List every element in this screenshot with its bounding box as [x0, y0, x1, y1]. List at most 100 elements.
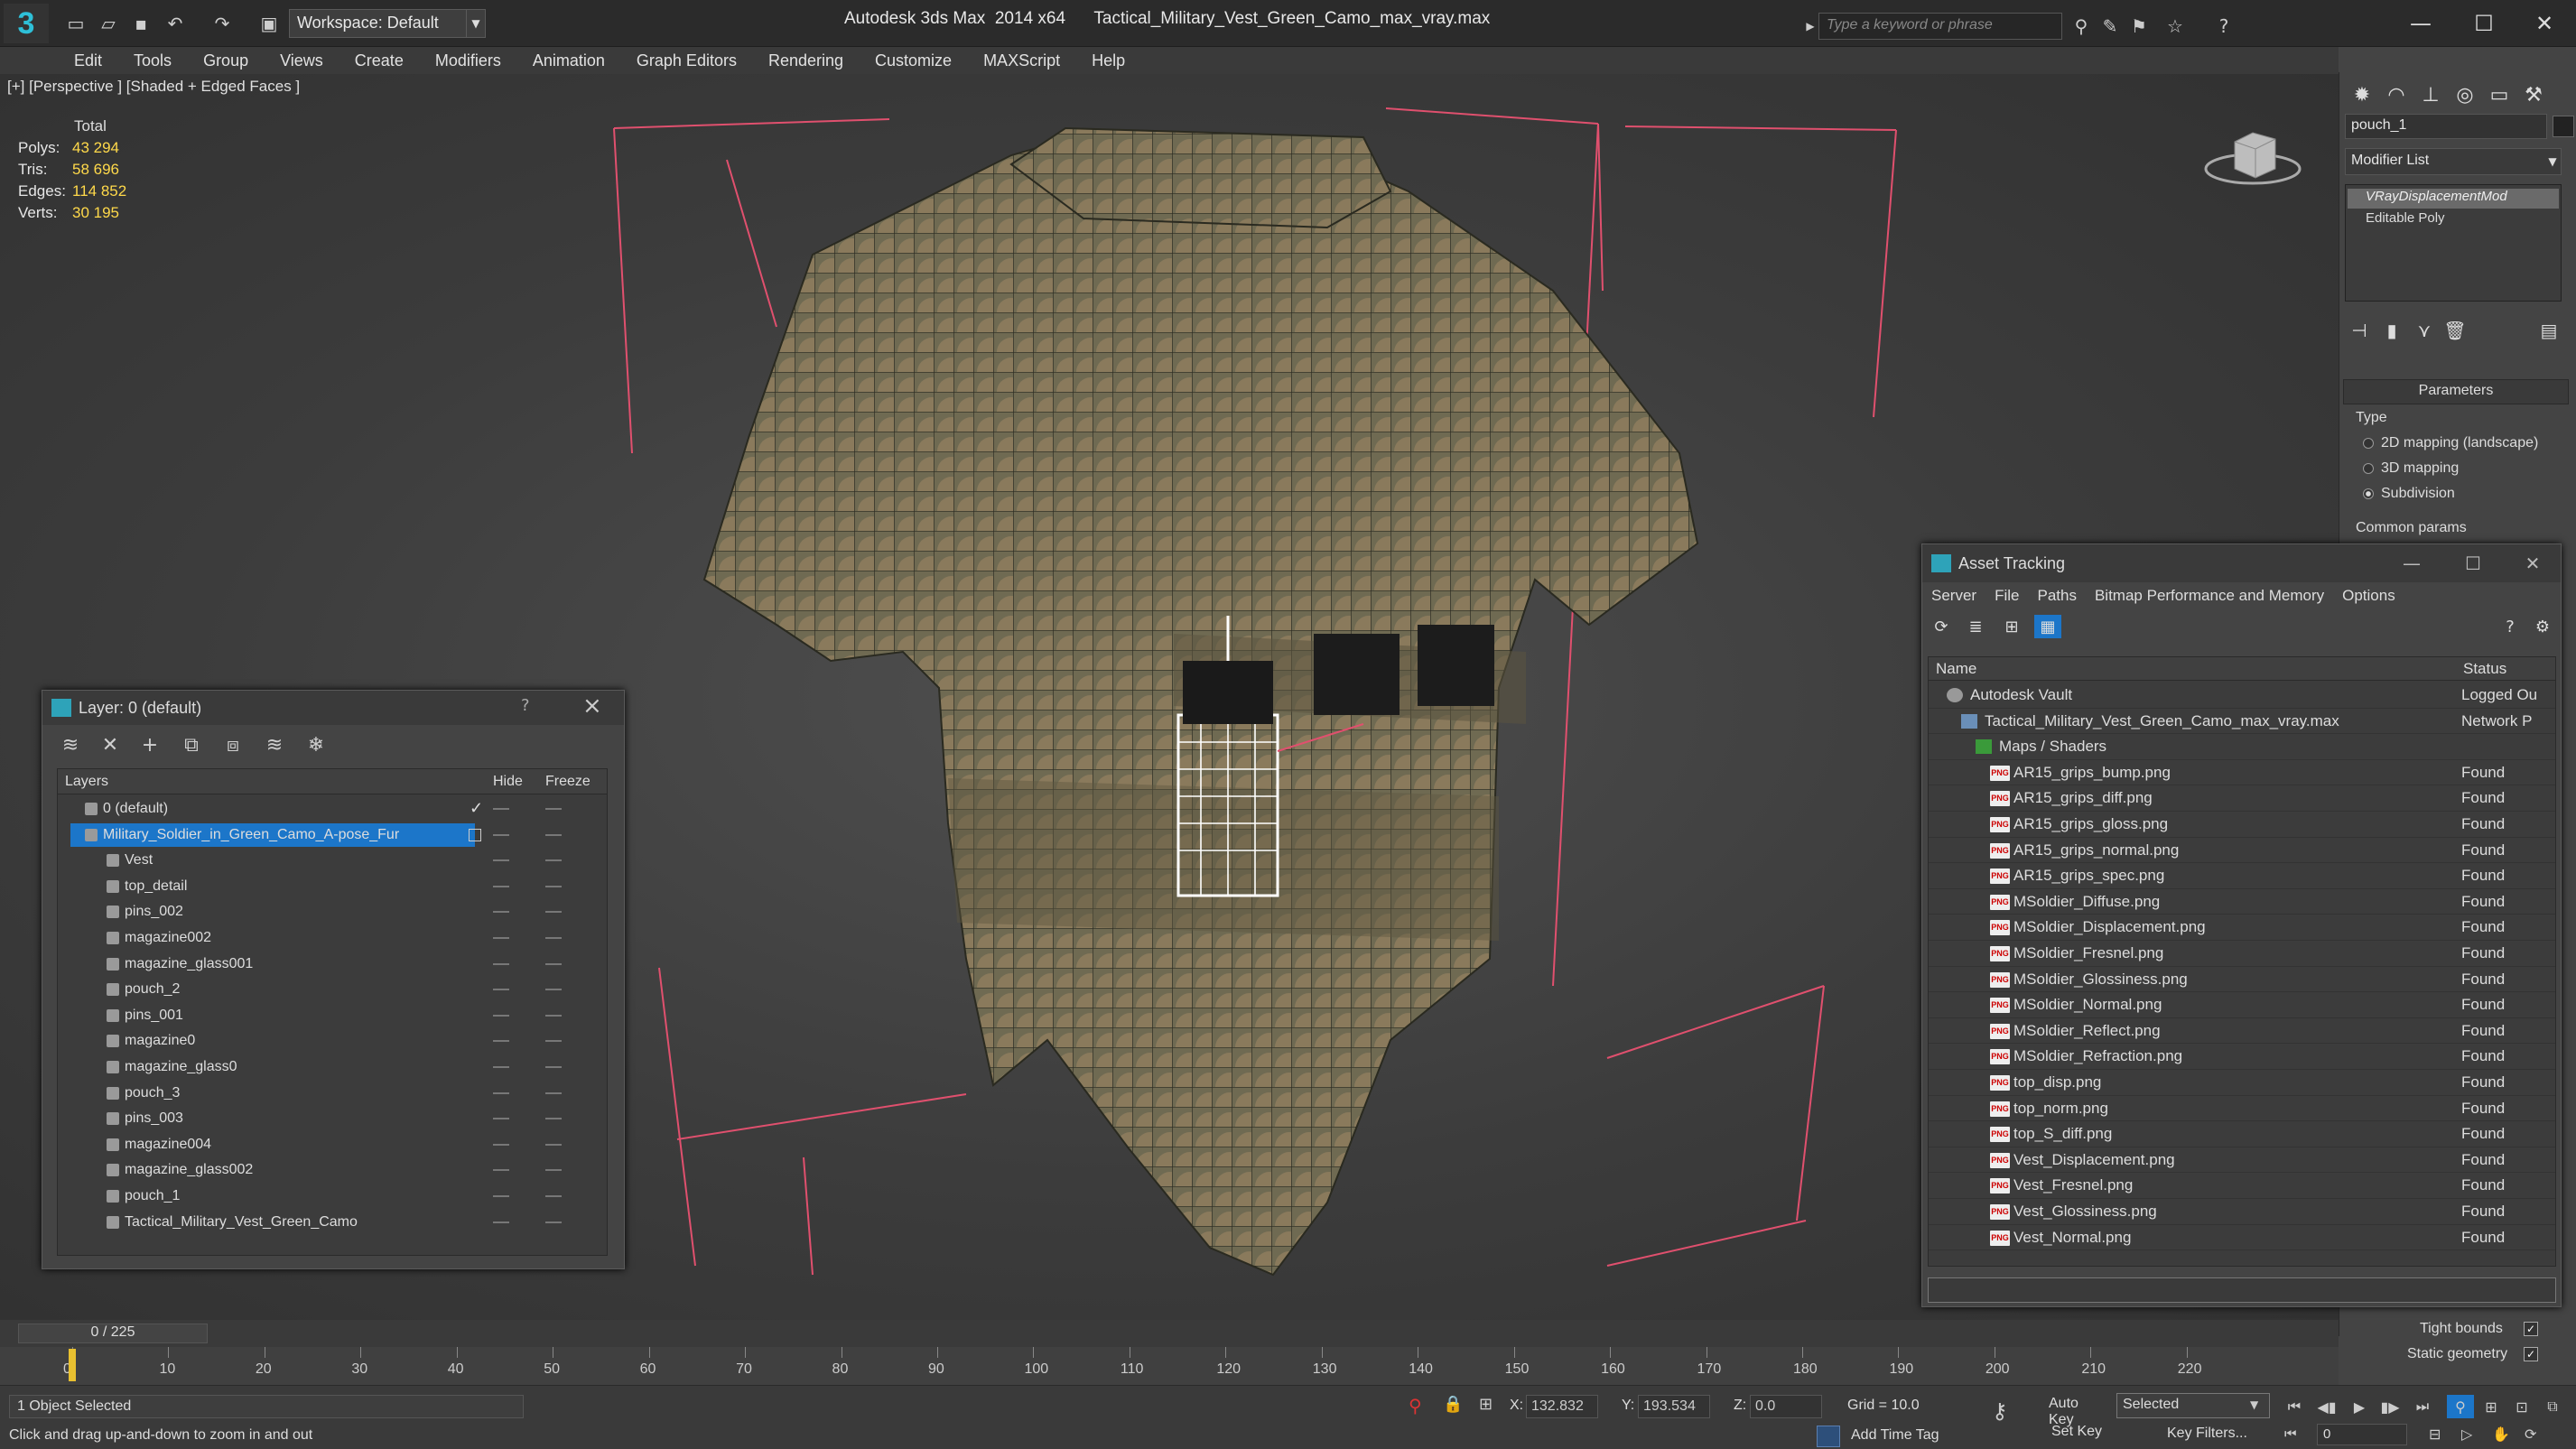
asset-row[interactable]: PNG Vest_Fresnel.png Found [1929, 1173, 2555, 1199]
freeze-toggle[interactable] [545, 1221, 562, 1223]
favorites-star-icon[interactable]: ☆ [2162, 13, 2189, 40]
menu-tools[interactable]: Tools [134, 51, 172, 70]
hide-toggle[interactable] [493, 1195, 509, 1197]
menu-animation[interactable]: Animation [533, 51, 605, 70]
hide-toggle[interactable] [493, 989, 509, 991]
menu-create[interactable]: Create [355, 51, 404, 70]
maximize-button[interactable]: ☐ [2452, 5, 2516, 42]
layer-row[interactable]: pouch_3 [58, 1081, 607, 1106]
asset-row[interactable]: PNG AR15_grips_spec.png Found [1929, 863, 2555, 889]
asset-row[interactable]: PNG top_disp.png Found [1929, 1070, 2555, 1096]
tree-view-icon[interactable]: ⊞ [1998, 615, 2025, 638]
help-icon[interactable]: ? [2210, 13, 2237, 40]
hide-toggle[interactable] [493, 962, 509, 965]
asset-row[interactable]: PNG MSoldier_Displacement.png Found [1929, 915, 2555, 941]
asset-row[interactable]: PNG MSoldier_Normal.png Found [1929, 992, 2555, 1018]
layer-row[interactable]: top_detail [58, 874, 607, 899]
object-color-swatch[interactable] [2553, 116, 2574, 137]
zoom-icon[interactable]: ⚲ [2447, 1395, 2474, 1418]
show-end-result-icon[interactable]: ▮ [2377, 318, 2406, 343]
create-tab-icon[interactable]: ✹ [2345, 78, 2379, 112]
chevron-down-icon[interactable]: ▼ [466, 9, 486, 38]
track-bar[interactable]: 0 10 20 30 40 50 60 70 80 90 100 110 120 130 140 150 160… [0, 1347, 2339, 1385]
remove-modifier-icon[interactable]: 🗑 [2441, 318, 2469, 343]
hide-toggle[interactable] [493, 885, 509, 887]
time-tag-icon[interactable] [1817, 1426, 1840, 1447]
menu-rendering[interactable]: Rendering [768, 51, 843, 70]
asset-path-field[interactable] [1928, 1277, 2556, 1303]
radio-subdivision[interactable]: Subdivision [2363, 486, 2455, 502]
layer-row[interactable]: 0 (default) ✓ [58, 796, 607, 822]
radio-2d-mapping[interactable]: 2D mapping (landscape) [2363, 435, 2538, 451]
add-time-tag[interactable]: Add Time Tag [1851, 1427, 1939, 1444]
transform-mode-icon[interactable]: ⊞ [1479, 1395, 1493, 1414]
maximize-button[interactable]: ☐ [2446, 548, 2500, 579]
freeze-toggle[interactable] [545, 1091, 562, 1094]
layer-row[interactable]: Tactical_Military_Vest_Green_Camo [58, 1210, 607, 1235]
stack-item-vraydisplacement[interactable]: VRayDisplacementMod [2348, 189, 2559, 209]
layer-row[interactable]: magazine_glass001 [58, 952, 607, 977]
redo-icon[interactable]: ↷ [209, 11, 235, 36]
lock-icon[interactable]: 🔒 [1443, 1395, 1463, 1414]
layer-row[interactable]: Military_Soldier_in_Green_Camo_A-pose_Fu… [58, 822, 607, 848]
modify-tab-icon[interactable]: ◠ [2379, 78, 2413, 112]
chevron-down-icon[interactable]: ▼ [2250, 1398, 2258, 1411]
asset-row[interactable]: PNG AR15_grips_normal.png Found [1929, 838, 2555, 864]
asset-row[interactable]: PNG MSoldier_Glossiness.png Found [1929, 967, 2555, 993]
select-objects-icon[interactable]: ⧉ [176, 732, 207, 757]
zoom-all-icon[interactable]: ⊞ [2478, 1395, 2505, 1418]
hide-toggle[interactable] [493, 1143, 509, 1146]
pin-stack-icon[interactable]: ⊣ [2345, 318, 2374, 343]
menu-options[interactable]: Options [2342, 587, 2395, 605]
undo-icon[interactable]: ↶ [163, 11, 188, 36]
asset-row[interactable]: Tactical_Military_Vest_Green_Camo_max_vr… [1929, 709, 2555, 735]
col-hide[interactable]: Hide [493, 774, 523, 790]
col-freeze[interactable]: Freeze [545, 774, 591, 790]
asset-row[interactable]: Autodesk Vault Logged Ou [1929, 683, 2555, 709]
freeze-toggle[interactable] [545, 833, 562, 836]
key-filters-button[interactable]: Key Filters... [2167, 1426, 2247, 1442]
go-to-end-icon[interactable]: ⏭ [2409, 1395, 2436, 1418]
asset-row[interactable]: PNG Vest_Glossiness.png Found [1929, 1199, 2555, 1225]
hide-toggle[interactable] [493, 1118, 509, 1120]
hide-toggle[interactable] [493, 1014, 509, 1017]
x-coordinate-field[interactable]: 132.832 [1526, 1395, 1598, 1418]
maximize-viewport-icon[interactable]: ⧉ [2539, 1395, 2566, 1418]
key-mode-dropdown[interactable]: Selected [2116, 1393, 2270, 1418]
layer-row[interactable]: magazine002 [58, 925, 607, 951]
add-to-layer-icon[interactable]: + [135, 732, 165, 757]
viewport-label[interactable]: [+] [Perspective ] [Shaded + Edged Faces… [7, 78, 300, 96]
menu-server[interactable]: Server [1931, 587, 1976, 605]
freeze-toggle[interactable] [545, 1040, 562, 1043]
vest-mesh[interactable] [702, 126, 1699, 1277]
delete-layer-icon[interactable]: ✕ [95, 732, 126, 757]
freeze-toggle[interactable] [545, 808, 562, 810]
asset-row[interactable]: PNG AR15_grips_diff.png Found [1929, 785, 2555, 812]
asset-row[interactable]: PNG MSoldier_Diffuse.png Found [1929, 889, 2555, 915]
active-check-icon[interactable]: ✓ [470, 799, 483, 818]
layer-row[interactable]: pins_002 [58, 899, 607, 924]
freeze-toggle[interactable] [545, 989, 562, 991]
modifier-list-dropdown[interactable]: Modifier List [2345, 148, 2562, 175]
hide-toggle[interactable] [493, 911, 509, 914]
parameters-rollout[interactable]: Parameters [2343, 379, 2569, 404]
hide-toggle[interactable] [493, 833, 509, 836]
asset-row[interactable]: PNG top_S_diff.png Found [1929, 1121, 2555, 1147]
asset-row[interactable]: PNG MSoldier_Fresnel.png Found [1929, 941, 2555, 967]
freeze-toggle[interactable] [545, 1143, 562, 1146]
freeze-toggle[interactable] [545, 962, 562, 965]
hide-toggle[interactable] [493, 937, 509, 939]
new-file-icon[interactable]: ▭ [63, 11, 88, 36]
isolate-icon[interactable]: ⚲ [1409, 1395, 1422, 1416]
freeze-toggle[interactable] [545, 1195, 562, 1197]
motion-tab-icon[interactable]: ◎ [2448, 78, 2482, 112]
hide-all-layers-icon[interactable]: ≋ [259, 732, 290, 757]
list-view-icon[interactable]: ≣ [1962, 615, 1989, 638]
key-icon[interactable]: ⚷ [1992, 1398, 2008, 1424]
open-file-icon[interactable]: ▱ [96, 11, 121, 36]
asset-row[interactable]: PNG Vest_Displacement.png Found [1929, 1147, 2555, 1174]
menu-maxscript[interactable]: MAXScript [983, 51, 1060, 70]
app-logo-icon[interactable]: 3 [4, 4, 49, 43]
subscription-icon[interactable]: ✎ [2097, 13, 2124, 40]
go-to-start-icon[interactable]: ⏮ [2281, 1395, 2308, 1418]
